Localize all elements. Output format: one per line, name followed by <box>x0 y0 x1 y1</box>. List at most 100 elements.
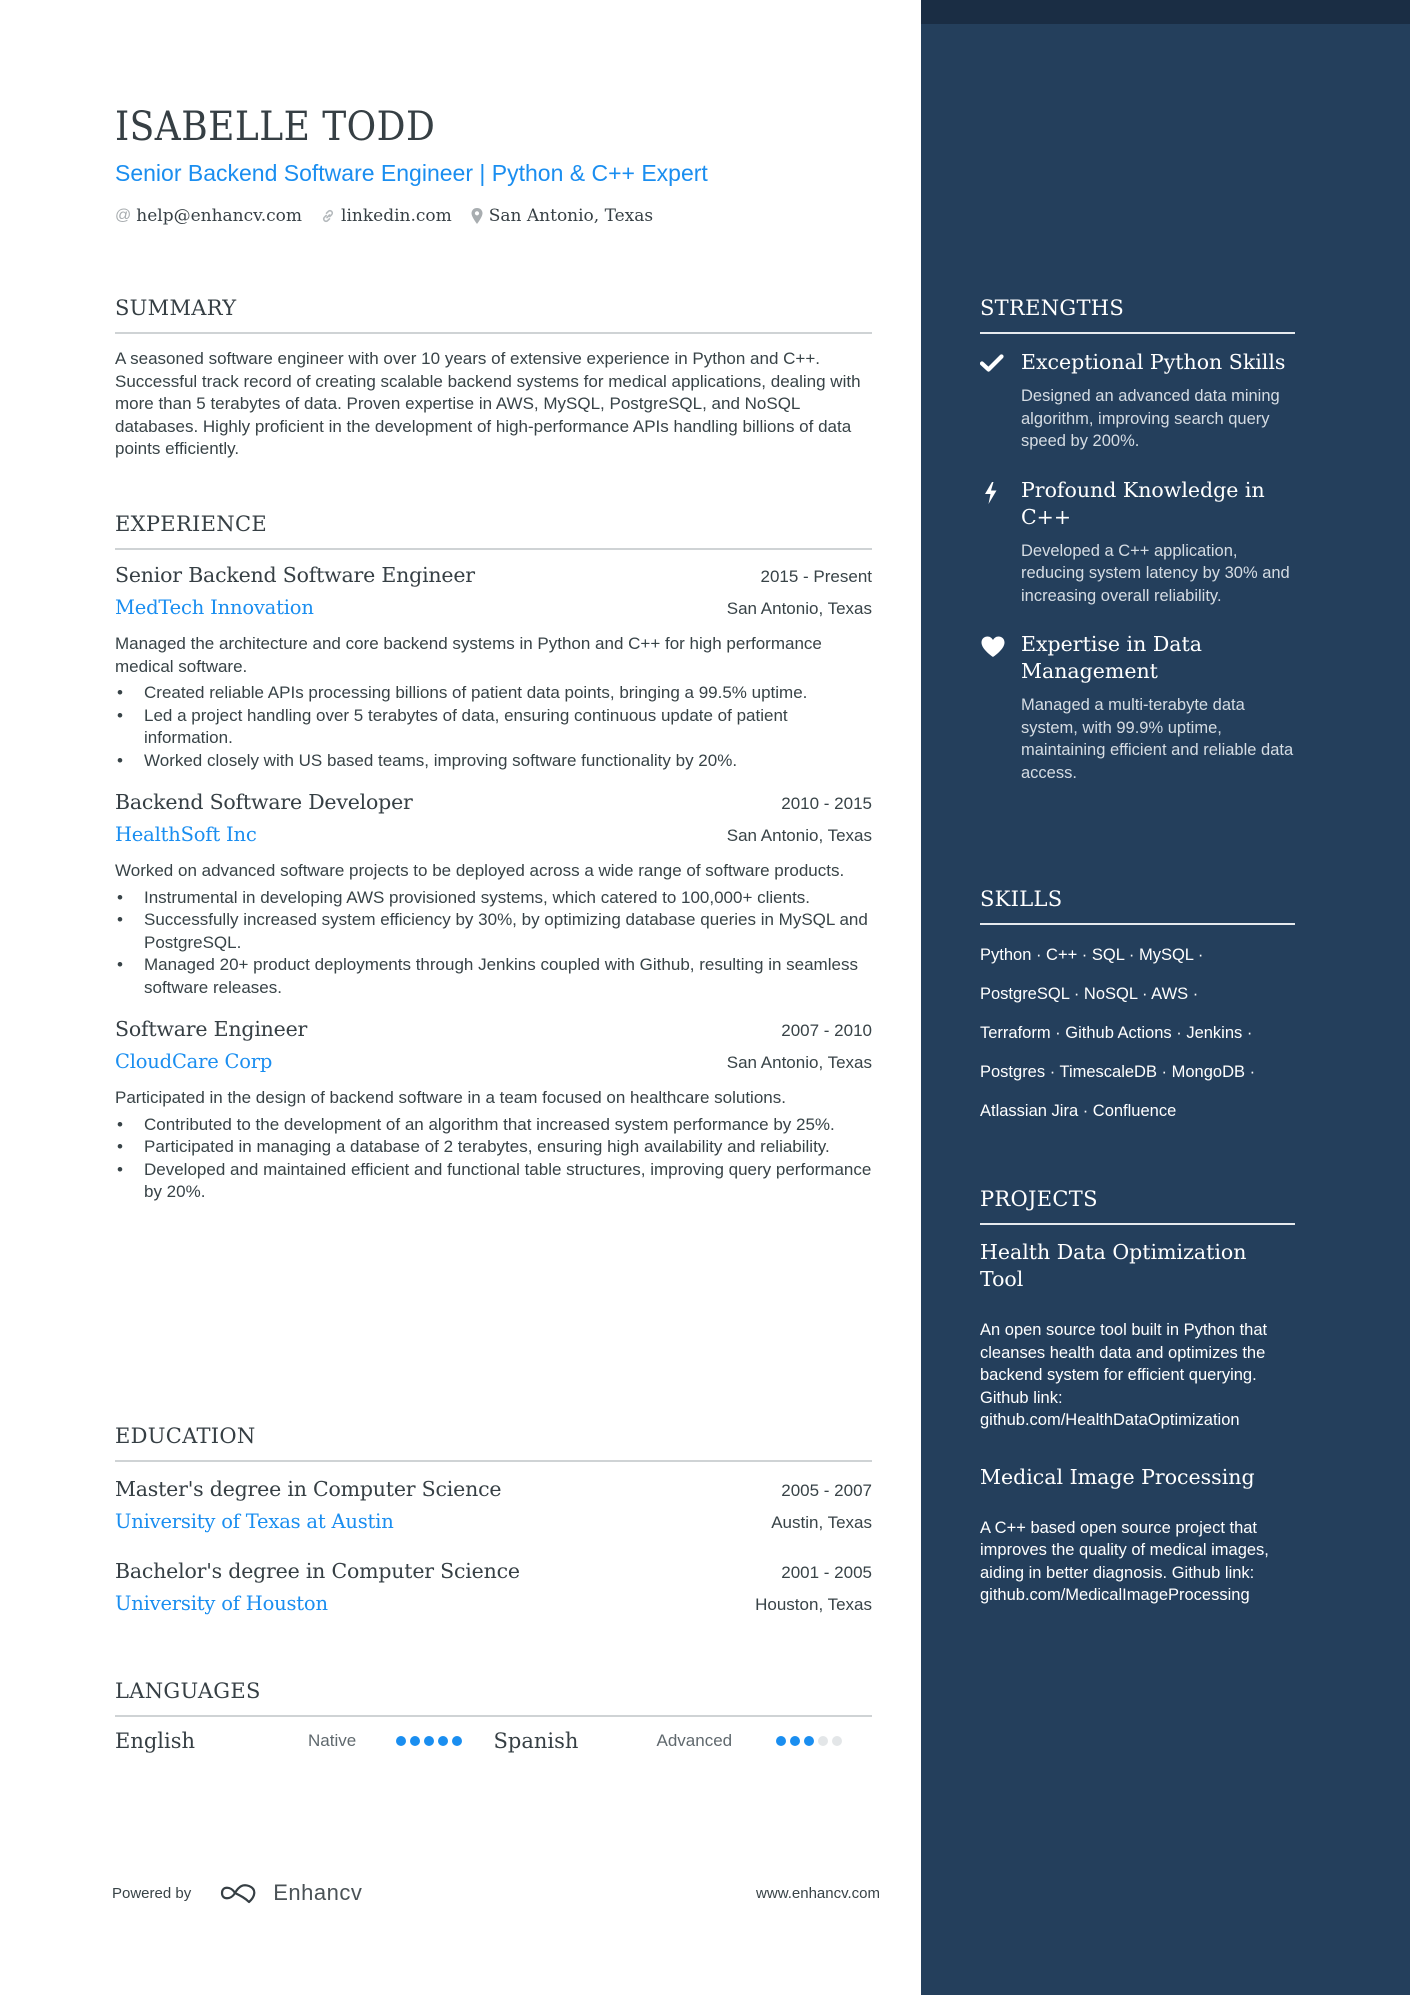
project-item: Health Data Optimization Tool An open so… <box>980 1239 1295 1432</box>
experience-section: EXPERIENCE Senior Backend Software Engin… <box>115 512 872 1204</box>
heart-icon <box>980 631 1021 784</box>
enhancv-logo[interactable]: Enhancv <box>219 1880 362 1906</box>
experience-entry: Software Engineer 2007 - 2010 CloudCare … <box>115 1017 872 1204</box>
checkmark-icon <box>980 349 1021 453</box>
strength-item: Expertise in Data Management Managed a m… <box>980 631 1295 784</box>
job-bullet: Developed and maintained efficient and f… <box>115 1159 872 1204</box>
education-entry: Master's degree in Computer Science 2005… <box>115 1477 872 1533</box>
sidebar: STRENGTHS Exceptional Python Skills Desi… <box>921 0 1410 1995</box>
strength-title: Expertise in Data Management <box>1021 632 1202 683</box>
job-bullet: Worked closely with US based teams, impr… <box>115 750 872 773</box>
experience-title: EXPERIENCE <box>115 512 872 550</box>
company-name: MedTech Innovation <box>115 596 314 619</box>
rating-dot-filled <box>789 1736 800 1746</box>
education-dates: 2001 - 2005 <box>781 1563 872 1582</box>
skills-line: Postgres · TimescaleDB · MongoDB · <box>980 1063 1256 1081</box>
job-description: Managed the architecture and core backen… <box>115 634 822 676</box>
project-description: An open source tool built in Python that… <box>980 1321 1268 1429</box>
summary-section: SUMMARY A seasoned software engineer wit… <box>115 296 872 461</box>
language-level: Native <box>308 1731 357 1750</box>
contact-location-text: San Antonio, Texas <box>488 206 654 226</box>
location-pin-icon <box>470 207 484 225</box>
languages-title: LANGUAGES <box>115 1679 872 1717</box>
language-item: Spanish Advanced <box>494 1729 873 1753</box>
job-bullets: Contributed to the development of an alg… <box>115 1114 872 1204</box>
sidebar-top-bar <box>921 0 1410 24</box>
project-title: Medical Image Processing <box>980 1464 1255 1489</box>
summary-title: SUMMARY <box>115 296 872 334</box>
contact-email-text: help@enhancv.com <box>136 206 303 226</box>
language-item: English Native <box>115 1729 494 1753</box>
job-bullets: Instrumental in developing AWS provision… <box>115 887 872 1000</box>
job-title: Software Engineer <box>115 1017 308 1041</box>
language-name: English <box>115 1729 196 1753</box>
skills-line: PostgreSQL · NoSQL · AWS · <box>980 985 1199 1003</box>
link-icon <box>320 208 336 224</box>
strength-title: Exceptional Python Skills <box>1021 350 1286 374</box>
skills-line: Terraform · Github Actions · Jenkins · <box>980 1024 1253 1042</box>
language-level: Advanced <box>656 1731 733 1750</box>
job-title: Senior Backend Software Engineer <box>115 563 475 587</box>
skills-section: SKILLS Python · C++ · SQL · MySQL · Post… <box>980 887 1295 1131</box>
enhancv-logo-text: Enhancv <box>273 1880 363 1905</box>
contact-list: @ help@enhancv.com linkedin.com San Anto… <box>115 206 671 226</box>
rating-dot-empty <box>817 1736 828 1746</box>
strengths-title: STRENGTHS <box>980 296 1295 334</box>
rating-dot-filled <box>396 1736 406 1746</box>
job-title: Backend Software Developer <box>115 790 413 814</box>
skills-title: SKILLS <box>980 887 1295 925</box>
job-location: San Antonio, Texas <box>726 1053 872 1072</box>
job-bullet: Managed 20+ product deployments through … <box>115 954 872 999</box>
experience-entry: Backend Software Developer 2010 - 2015 H… <box>115 790 872 999</box>
rating-dot-empty <box>831 1736 842 1746</box>
job-dates: 2010 - 2015 <box>781 794 872 813</box>
contact-linkedin-text: linkedin.com <box>341 206 452 226</box>
headline: Senior Backend Software Engineer | Pytho… <box>115 160 708 186</box>
school-name: University of Texas at Austin <box>115 1510 394 1533</box>
contact-location: San Antonio, Texas <box>470 206 653 226</box>
company-name: HealthSoft Inc <box>115 823 257 846</box>
degree: Bachelor's degree in Computer Science <box>115 1559 520 1583</box>
contact-email[interactable]: @ help@enhancv.com <box>115 206 302 226</box>
language-rating <box>775 1736 842 1746</box>
project-description: A C++ based open source project that imp… <box>980 1518 1269 1605</box>
rating-dot-filled <box>438 1736 448 1746</box>
job-bullet: Participated in managing a database of 2… <box>115 1136 872 1159</box>
degree: Master's degree in Computer Science <box>115 1477 502 1501</box>
strength-title: Profound Knowledge in C++ <box>1021 477 1265 529</box>
website-link[interactable]: www.enhancv.com <box>756 1885 880 1902</box>
projects-section: PROJECTS Health Data Optimization Tool A… <box>980 1187 1295 1607</box>
candidate-name: ISABELLE TODD <box>115 104 436 150</box>
job-description: Participated in the design of backend so… <box>115 1088 786 1107</box>
languages-section: LANGUAGES English Native Spanish Advance… <box>115 1679 872 1753</box>
job-bullet: Contributed to the development of an alg… <box>115 1114 872 1137</box>
enhancv-logo-icon <box>221 1884 256 1904</box>
job-bullet: Created reliable APIs processing billion… <box>115 682 872 705</box>
education-dates: 2005 - 2007 <box>781 1481 872 1500</box>
strength-description: Designed an advanced data mining algorit… <box>1021 387 1280 450</box>
job-location: San Antonio, Texas <box>726 599 872 618</box>
rating-dot-filled <box>410 1736 420 1746</box>
education-entry: Bachelor's degree in Computer Science 20… <box>115 1559 872 1615</box>
rating-dot-filled <box>452 1736 462 1746</box>
strength-description: Developed a C++ application, reducing sy… <box>1021 541 1290 605</box>
language-rating <box>396 1736 462 1746</box>
skills-line: Python · C++ · SQL · MySQL · <box>980 946 1204 964</box>
job-bullet: Successfully increased system efficiency… <box>115 909 872 954</box>
company-name: CloudCare Corp <box>115 1050 273 1073</box>
project-item: Medical Image Processing A C++ based ope… <box>980 1464 1295 1607</box>
rating-dot-filled <box>775 1736 786 1746</box>
experience-entry: Senior Backend Software Engineer 2015 - … <box>115 563 872 772</box>
strength-item: Exceptional Python Skills Designed an ad… <box>980 349 1295 453</box>
job-bullet: Led a project handling over 5 terabytes … <box>115 705 872 750</box>
education-section: EDUCATION Master's degree in Computer Sc… <box>115 1424 872 1615</box>
summary-text: A seasoned software engineer with over 1… <box>115 349 861 458</box>
job-bullet: Instrumental in developing AWS provision… <box>115 887 872 910</box>
footer: Powered by Enhancv www.enhancv.com <box>112 1880 880 1906</box>
school-location: Houston, Texas <box>755 1595 872 1614</box>
school-location: Austin, Texas <box>771 1513 872 1532</box>
job-location: San Antonio, Texas <box>726 826 872 845</box>
skills-line: Atlassian Jira · Confluence <box>980 1102 1177 1120</box>
contact-linkedin[interactable]: linkedin.com <box>320 206 452 226</box>
rating-dot-filled <box>424 1736 434 1746</box>
